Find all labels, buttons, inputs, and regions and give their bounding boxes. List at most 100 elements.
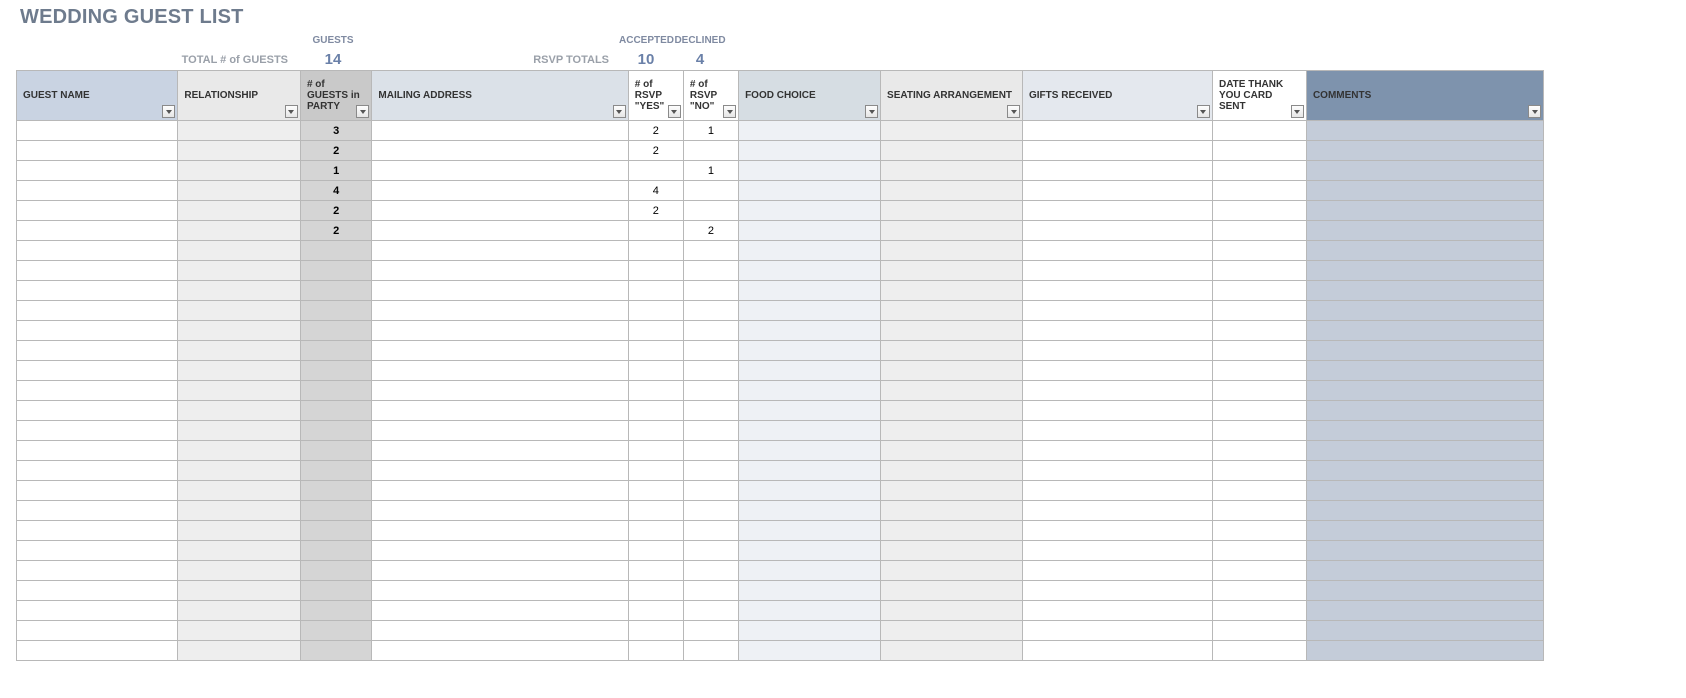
cell-thank[interactable]	[1212, 381, 1306, 401]
cell-no[interactable]	[683, 401, 738, 421]
cell-gift[interactable]	[1023, 281, 1213, 301]
cell-mail[interactable]	[372, 501, 628, 521]
cell-mail[interactable]	[372, 521, 628, 541]
cell-food[interactable]	[739, 421, 881, 441]
cell-comm[interactable]	[1306, 561, 1543, 581]
cell-thank[interactable]	[1212, 141, 1306, 161]
cell-food[interactable]	[739, 141, 881, 161]
cell-seat[interactable]	[881, 481, 1023, 501]
cell-thank[interactable]	[1212, 501, 1306, 521]
cell-name[interactable]	[17, 181, 178, 201]
cell-party[interactable]: 2	[300, 221, 371, 241]
cell-mail[interactable]	[372, 221, 628, 241]
cell-seat[interactable]	[881, 501, 1023, 521]
cell-gift[interactable]	[1023, 301, 1213, 321]
cell-mail[interactable]	[372, 181, 628, 201]
cell-mail[interactable]	[372, 301, 628, 321]
cell-comm[interactable]	[1306, 261, 1543, 281]
cell-no[interactable]	[683, 141, 738, 161]
cell-yes[interactable]	[628, 401, 683, 421]
filter-icon[interactable]	[1291, 105, 1304, 118]
cell-yes[interactable]	[628, 281, 683, 301]
cell-yes[interactable]	[628, 161, 683, 181]
cell-rel[interactable]	[178, 501, 301, 521]
cell-mail[interactable]	[372, 261, 628, 281]
cell-no[interactable]	[683, 421, 738, 441]
cell-rel[interactable]	[178, 301, 301, 321]
col-guests-in-party[interactable]: # of GUESTS in PARTY	[300, 71, 371, 121]
cell-mail[interactable]	[372, 621, 628, 641]
cell-name[interactable]	[17, 221, 178, 241]
cell-gift[interactable]	[1023, 521, 1213, 541]
cell-rel[interactable]	[178, 361, 301, 381]
cell-food[interactable]	[739, 301, 881, 321]
cell-no[interactable]	[683, 461, 738, 481]
cell-comm[interactable]	[1306, 201, 1543, 221]
cell-yes[interactable]	[628, 541, 683, 561]
cell-food[interactable]	[739, 281, 881, 301]
cell-thank[interactable]	[1212, 261, 1306, 281]
cell-party[interactable]	[300, 561, 371, 581]
cell-yes[interactable]	[628, 321, 683, 341]
cell-food[interactable]	[739, 601, 881, 621]
cell-name[interactable]	[17, 201, 178, 221]
cell-gift[interactable]	[1023, 201, 1213, 221]
cell-name[interactable]	[17, 481, 178, 501]
filter-icon[interactable]	[668, 105, 681, 118]
cell-gift[interactable]	[1023, 601, 1213, 621]
cell-comm[interactable]	[1306, 241, 1543, 261]
cell-comm[interactable]	[1306, 381, 1543, 401]
cell-yes[interactable]	[628, 441, 683, 461]
cell-seat[interactable]	[881, 181, 1023, 201]
cell-rel[interactable]	[178, 401, 301, 421]
cell-party[interactable]	[300, 321, 371, 341]
cell-rel[interactable]	[178, 641, 301, 661]
cell-seat[interactable]	[881, 201, 1023, 221]
cell-mail[interactable]	[372, 441, 628, 461]
cell-seat[interactable]	[881, 461, 1023, 481]
cell-mail[interactable]	[372, 161, 628, 181]
cell-party[interactable]	[300, 261, 371, 281]
cell-gift[interactable]	[1023, 161, 1213, 181]
cell-rel[interactable]	[178, 541, 301, 561]
cell-no[interactable]	[683, 201, 738, 221]
cell-thank[interactable]	[1212, 561, 1306, 581]
cell-gift[interactable]	[1023, 121, 1213, 141]
cell-party[interactable]	[300, 361, 371, 381]
cell-food[interactable]	[739, 241, 881, 261]
cell-thank[interactable]	[1212, 161, 1306, 181]
cell-food[interactable]	[739, 561, 881, 581]
col-comments[interactable]: COMMENTS	[1306, 71, 1543, 121]
cell-rel[interactable]	[178, 181, 301, 201]
cell-name[interactable]	[17, 261, 178, 281]
cell-food[interactable]	[739, 361, 881, 381]
cell-seat[interactable]	[881, 601, 1023, 621]
cell-seat[interactable]	[881, 541, 1023, 561]
col-gifts-received[interactable]: GIFTS RECEIVED	[1023, 71, 1213, 121]
cell-party[interactable]	[300, 641, 371, 661]
cell-comm[interactable]	[1306, 541, 1543, 561]
cell-mail[interactable]	[372, 641, 628, 661]
cell-comm[interactable]	[1306, 621, 1543, 641]
cell-rel[interactable]	[178, 161, 301, 181]
cell-name[interactable]	[17, 361, 178, 381]
cell-name[interactable]	[17, 421, 178, 441]
cell-thank[interactable]	[1212, 421, 1306, 441]
cell-thank[interactable]	[1212, 461, 1306, 481]
cell-name[interactable]	[17, 521, 178, 541]
cell-party[interactable]: 3	[300, 121, 371, 141]
cell-seat[interactable]	[881, 141, 1023, 161]
cell-food[interactable]	[739, 581, 881, 601]
cell-yes[interactable]	[628, 521, 683, 541]
cell-gift[interactable]	[1023, 581, 1213, 601]
cell-rel[interactable]	[178, 481, 301, 501]
cell-party[interactable]: 1	[300, 161, 371, 181]
cell-seat[interactable]	[881, 241, 1023, 261]
cell-rel[interactable]	[178, 261, 301, 281]
cell-no[interactable]	[683, 481, 738, 501]
filter-icon[interactable]	[865, 105, 878, 118]
cell-thank[interactable]	[1212, 621, 1306, 641]
cell-food[interactable]	[739, 501, 881, 521]
cell-comm[interactable]	[1306, 321, 1543, 341]
cell-no[interactable]	[683, 561, 738, 581]
